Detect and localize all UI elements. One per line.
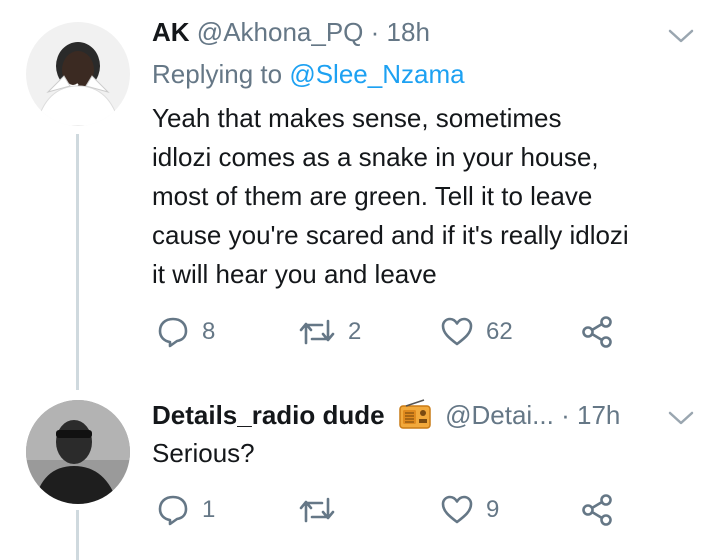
share-button[interactable] bbox=[580, 490, 614, 530]
replying-label: Replying to bbox=[152, 59, 283, 89]
chevron-down-icon[interactable] bbox=[666, 408, 696, 428]
display-name[interactable]: AK bbox=[152, 17, 190, 47]
heart-icon bbox=[441, 495, 473, 524]
user-handle[interactable]: @Detai... bbox=[445, 400, 554, 430]
chevron-down-icon[interactable] bbox=[666, 26, 696, 46]
timestamp[interactable]: 18h bbox=[387, 17, 430, 47]
separator: · bbox=[561, 400, 570, 430]
tweet-actions: 8 2 62 bbox=[152, 312, 622, 352]
heart-icon bbox=[441, 317, 473, 346]
avatar-details-radio-dude[interactable] bbox=[26, 400, 130, 504]
reply-count: 1 bbox=[202, 496, 216, 523]
like-count: 62 bbox=[486, 318, 513, 345]
separator: · bbox=[370, 17, 380, 47]
tweet-header: Details_radio dude @Detai... · 17h bbox=[152, 398, 620, 431]
tweet-details-radio-dude[interactable]: Details_radio dude @Detai... · 17h Serio… bbox=[0, 390, 717, 560]
display-name[interactable]: Details_radio dude bbox=[152, 400, 385, 430]
tweet-text: Yeah that makes sense, sometimes idlozi … bbox=[152, 103, 629, 289]
tweet-akhona[interactable]: AK @Akhona_PQ · 18h Replying to @Slee_Nz… bbox=[0, 0, 717, 390]
like-count: 9 bbox=[486, 496, 500, 523]
reply-icon bbox=[158, 495, 188, 526]
tweet-text: Serious? bbox=[152, 438, 255, 468]
reply-button[interactable]: 8 bbox=[156, 312, 215, 352]
share-icon bbox=[582, 316, 612, 348]
reply-count: 8 bbox=[202, 318, 216, 345]
reply-button[interactable]: 1 bbox=[156, 490, 215, 530]
tweet-actions: 1 9 bbox=[152, 490, 622, 530]
like-button[interactable]: 62 bbox=[440, 312, 513, 352]
share-button[interactable] bbox=[580, 312, 614, 352]
retweet-count: 2 bbox=[348, 318, 362, 345]
like-button[interactable]: 9 bbox=[440, 490, 499, 530]
user-handle[interactable]: @Akhona_PQ bbox=[197, 17, 364, 47]
avatar-akhona[interactable] bbox=[26, 22, 130, 126]
timestamp[interactable]: 17h bbox=[577, 400, 620, 430]
radio-emoji-icon bbox=[399, 399, 431, 429]
retweet-icon bbox=[299, 319, 335, 345]
retweet-icon bbox=[299, 497, 335, 523]
reply-icon bbox=[158, 317, 188, 348]
retweet-button[interactable] bbox=[298, 490, 348, 530]
share-icon bbox=[582, 494, 612, 526]
retweet-button[interactable]: 2 bbox=[298, 312, 361, 352]
thread-line bbox=[76, 134, 79, 390]
replying-to: Replying to @Slee_Nzama bbox=[152, 58, 465, 90]
thread-line-continued bbox=[76, 510, 79, 560]
tweet-header: AK @Akhona_PQ · 18h bbox=[152, 16, 430, 48]
replying-to-link[interactable]: @Slee_Nzama bbox=[289, 59, 464, 89]
